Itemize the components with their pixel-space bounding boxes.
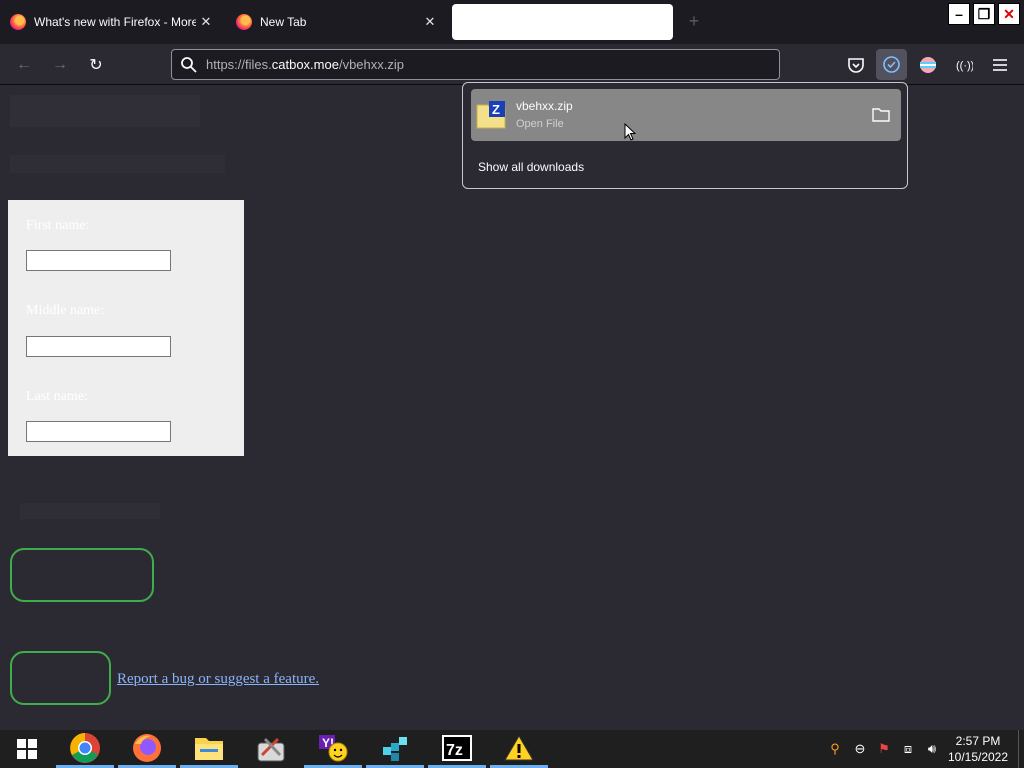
download-item[interactable]: Z vbehxx.zip Open File [471,89,901,141]
tab-active-blank[interactable] [452,4,673,40]
taskbar-warning-app[interactable] [490,730,548,768]
yahoo-messenger-icon: Y! [319,734,348,761]
download-file-name: vbehxx.zip [516,99,573,113]
restore-button[interactable]: ❐ [973,3,995,25]
name-form: First name: Middle name: Last name: [8,200,244,456]
first-name-label: First name: [26,218,90,233]
mouse-cursor-icon [624,123,636,141]
taskbar-firefox[interactable] [118,730,176,768]
7zip-icon: 7z [442,734,472,761]
clock-date: 10/15/2022 [947,750,1009,764]
folder-icon[interactable] [871,105,891,123]
cubes-icon [383,736,407,761]
pocket-icon[interactable] [847,56,865,74]
middle-name-label: Middle name: [26,303,105,318]
folder-icon [195,737,223,760]
taskbar-yahoo-messenger[interactable]: Y! [304,730,362,768]
close-tab-icon[interactable]: ✕ [420,14,440,30]
last-name-label: Last name: [26,389,88,404]
network-tray-icon[interactable]: ⧈ [900,741,916,757]
taskbar-app-cubes[interactable] [366,730,424,768]
svg-text:((·)): ((·)) [956,60,973,72]
profile-icon[interactable] [919,56,937,74]
reload-button[interactable]: ↻ [84,53,108,77]
section-text-placeholder [20,503,160,519]
navigation-toolbar: ← → ↻ https://files.catbox.moe/vbehxx.zi… [0,44,1024,85]
taskbar-app-tools[interactable] [242,730,300,768]
search-icon [181,56,197,73]
middle-name-input[interactable] [26,336,171,357]
downloads-icon [883,56,900,73]
taskbar-7zip[interactable]: 7z [428,730,486,768]
toolbox-icon [257,737,285,762]
close-window-button[interactable]: ✕ [998,3,1020,25]
new-tab-button[interactable]: + [684,11,704,31]
last-name-input[interactable] [26,421,171,442]
warning-icon [504,734,534,760]
firefox-icon [10,14,26,30]
taskbar-file-explorer[interactable] [180,730,238,768]
svg-text:Z: Z [492,102,500,117]
tab-strip: What's new with Firefox - More ✕ New Tab… [0,0,1024,44]
tab-title: What's new with Firefox - More [34,15,196,29]
windows-icon [17,739,37,759]
clock-time: 2:57 PM [955,734,1001,748]
downloads-button[interactable] [876,49,907,80]
first-name-input[interactable] [26,250,171,271]
back-button[interactable]: ← [12,53,36,77]
chat-tray-icon[interactable]: ⊖ [852,741,868,757]
flag-tray-icon[interactable]: ⚑ [876,741,892,757]
report-bug-link[interactable]: Report a bug or suggest a feature. [117,671,319,688]
secondary-button[interactable] [10,651,111,705]
extension-icon[interactable]: ((·)) [955,56,973,74]
page-heading-placeholder [10,95,200,127]
page-subheading-placeholder [10,155,225,173]
firefox-icon [236,14,252,30]
downloads-panel: Z vbehxx.zip Open File Show all download… [462,82,908,189]
start-button[interactable] [0,730,54,768]
tab-title: New Tab [260,15,307,29]
forward-button[interactable]: → [48,53,72,77]
download-status: Open File [516,118,564,130]
volume-tray-icon[interactable]: 🔊︎ [924,741,940,757]
search-tray-icon[interactable]: ⚲ [827,741,843,757]
minimize-button[interactable]: – [948,3,970,25]
close-tab-icon[interactable]: ✕ [196,14,216,30]
tab-whats-new[interactable]: What's new with Firefox - More ✕ [0,4,222,40]
firefox-icon [133,733,161,762]
svg-text:7z: 7z [446,742,463,759]
system-clock[interactable]: 2:57 PM 10/15/2022 [940,733,1016,765]
menu-icon[interactable] [991,56,1009,74]
taskbar-chrome[interactable] [56,730,114,768]
show-desktop-button[interactable] [1018,730,1024,768]
show-all-downloads-button[interactable]: Show all downloads [478,160,584,174]
tab-new-tab[interactable]: New Tab ✕ [226,4,446,40]
submit-button[interactable] [10,548,154,602]
url-bar[interactable]: https://files.catbox.moe/vbehxx.zip [171,49,780,80]
zip-file-icon: Z [476,101,506,129]
chrome-icon [70,732,100,763]
url-text: https://files.catbox.moe/vbehxx.zip [206,57,404,72]
taskbar: Y! 7z ⚲ ⊖ ⚑ ⧈ 🔊︎ 2:57 PM 10/15/2022 [0,730,1024,768]
